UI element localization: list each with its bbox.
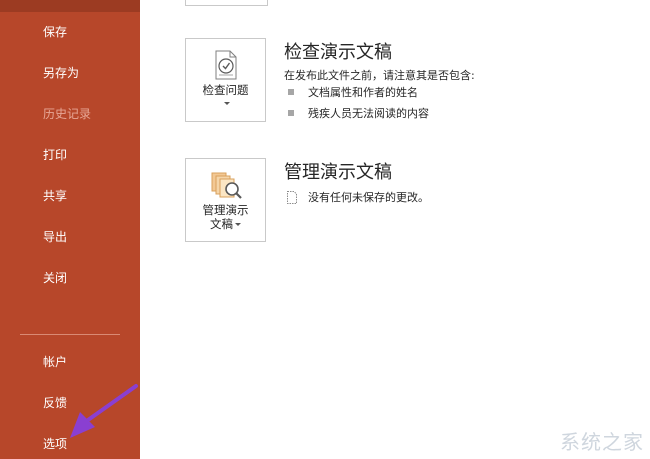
- watermark: 系统之家: [560, 430, 644, 454]
- manage-presentation-button[interactable]: 管理演示 文稿: [185, 158, 266, 242]
- nav-export[interactable]: 导出: [0, 219, 140, 255]
- nav-options[interactable]: 选项: [0, 426, 140, 459]
- nav-history: 历史记录: [43, 107, 92, 121]
- chevron-down-icon: [235, 223, 241, 226]
- sidebar-divider: [20, 334, 120, 335]
- bullet-text: 文档属性和作者的姓名: [308, 86, 418, 99]
- inspect-description: 在发布此文件之前，请注意其是否包含:: [284, 69, 475, 82]
- check-issues-caret: [186, 96, 265, 111]
- manage-section-title: 管理演示文稿: [284, 162, 392, 183]
- check-issues-button[interactable]: 检查问题: [185, 38, 266, 122]
- manage-presentation-label-line1: 管理演示: [202, 203, 249, 217]
- bullet-icon: [288, 89, 294, 95]
- manage-presentation-label-text: 文稿: [210, 217, 233, 231]
- chevron-down-icon: [223, 102, 230, 105]
- manage-versions-icon: [211, 172, 242, 199]
- inspect-section-title: 检查演示文稿: [284, 42, 392, 63]
- nav-save-as[interactable]: 另存为: [0, 55, 140, 91]
- backstage-sidebar: 保存 另存为 历史记录 打印 共享 导出 关闭 帐户 反馈 选项: [0, 0, 140, 459]
- nav-feedback[interactable]: 反馈: [0, 385, 140, 421]
- bullet-icon: [288, 110, 294, 116]
- bullet-text: 残疾人员无法阅读的内容: [308, 107, 429, 120]
- previous-card-edge: [185, 0, 268, 6]
- nav-account[interactable]: 帐户: [0, 344, 140, 380]
- document-dotted-icon: [287, 190, 297, 204]
- nav-close[interactable]: 关闭: [0, 260, 140, 296]
- nav-print[interactable]: 打印: [0, 137, 140, 173]
- inspect-document-icon: [215, 50, 237, 80]
- inspect-bullet: 残疾人员无法阅读的内容: [288, 107, 429, 121]
- manage-presentation-label-line2: 文稿: [186, 217, 265, 232]
- nav-save[interactable]: 保存: [0, 14, 140, 50]
- nav-share[interactable]: 共享: [0, 178, 140, 214]
- manage-status-row: 没有任何未保存的更改。: [286, 190, 429, 205]
- inspect-bullet: 文档属性和作者的姓名: [288, 86, 418, 100]
- backstage-view: 保存 另存为 历史记录 打印 共享 导出 关闭 帐户 反馈 选项 检查问题 检查…: [0, 0, 650, 459]
- sidebar-top-edge: [0, 0, 140, 12]
- manage-status-text: 没有任何未保存的更改。: [308, 191, 429, 204]
